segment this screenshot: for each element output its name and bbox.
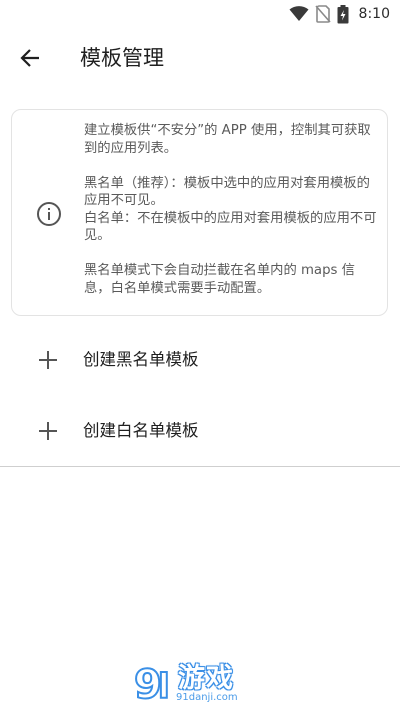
info-icon: [37, 202, 61, 226]
info-paragraph-whitelist: 白名单：不在模板中的应用对套用模板的应用不可见。: [84, 210, 377, 244]
info-paragraph-maps: 黑名单模式下会自动拦截在名单内的 maps 信息，白名单模式需要手动配置。: [84, 263, 355, 296]
create-blacklist-template-label: 创建黑名单模板: [83, 350, 199, 369]
info-text: 建立模板供“不安分”的 APP 使用，控制其可获取到的应用列表。 黑名单（推荐）…: [84, 122, 380, 297]
arrow-back-icon: [20, 49, 39, 67]
create-whitelist-template-button[interactable]: 创建白名单模板: [0, 399, 400, 463]
watermark: 9 l 游戏 91danji.com: [132, 656, 272, 708]
svg-text:l: l: [158, 667, 170, 707]
info-card: 建立模板供“不安分”的 APP 使用，控制其可获取到的应用列表。 黑名单（推荐）…: [11, 109, 388, 316]
info-paragraph-intro: 建立模板供“不安分”的 APP 使用，控制其可获取到的应用列表。: [84, 123, 371, 156]
no-sim-icon: [314, 5, 331, 23]
app-bar: 模板管理: [0, 28, 400, 88]
divider: [0, 466, 400, 467]
info-paragraph-blacklist: 黑名单（推荐）：模板中选中的应用对套用模板的应用不可见。: [84, 175, 370, 209]
page-title: 模板管理: [80, 46, 164, 70]
wifi-icon: [289, 6, 309, 22]
back-button[interactable]: [12, 40, 48, 76]
watermark-url: 91danji.com: [176, 692, 238, 703]
watermark-brand: 游戏: [178, 663, 234, 694]
watermark-logo: 9 l: [133, 661, 171, 708]
plus-icon: [39, 422, 57, 440]
status-icons: 8:10: [289, 4, 390, 24]
status-time: 8:10: [358, 6, 390, 22]
create-whitelist-template-label: 创建白名单模板: [83, 421, 199, 440]
plus-icon: [39, 351, 57, 369]
status-bar: 8:10: [0, 0, 400, 28]
battery-charging-icon: [337, 4, 349, 23]
create-blacklist-template-button[interactable]: 创建黑名单模板: [0, 328, 400, 392]
